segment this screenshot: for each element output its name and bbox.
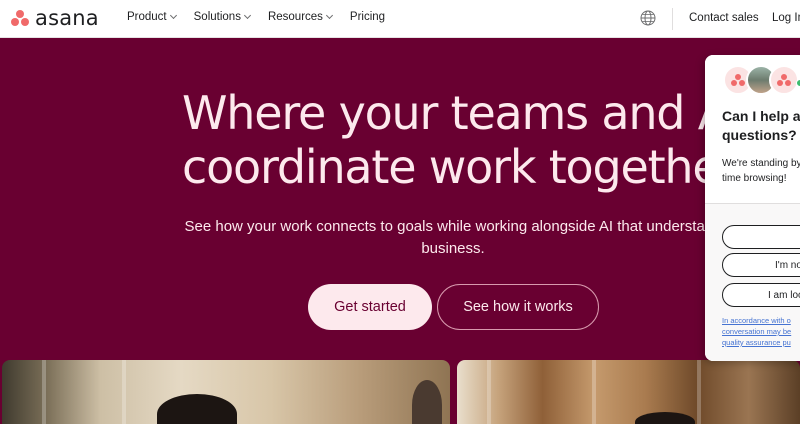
chat-title-line-2: questions?	[722, 127, 797, 143]
chat-legal-line-2: conversation may be	[722, 327, 792, 336]
chat-message-line-1: We're standing by	[722, 158, 800, 169]
login-link[interactable]: Log In	[772, 12, 800, 24]
nav-product-label: Product	[127, 11, 167, 23]
nav-product[interactable]: Product	[127, 11, 177, 23]
subtitle-line-2: business.	[421, 240, 485, 257]
logo-text: asana	[35, 6, 99, 30]
chevron-down-icon	[325, 11, 333, 20]
see-how-it-works-button[interactable]: See how it works	[437, 284, 599, 330]
photo-detail	[42, 360, 46, 427]
photo-person	[157, 394, 237, 427]
asana-logo-icon	[10, 9, 30, 27]
nav-resources-label: Resources	[267, 11, 323, 23]
chat-header: Can I help a questions? We're standing b…	[705, 55, 800, 203]
chat-option-button[interactable]: I'm no	[722, 253, 800, 277]
chat-title: Can I help a questions?	[722, 107, 800, 145]
nav-solutions-label: Solutions	[193, 11, 241, 23]
nav-links: Product Solutions Resources Pricing	[127, 11, 403, 23]
nav-pricing-label: Pricing	[349, 11, 386, 23]
chat-message: We're standing by time browsing!	[722, 156, 800, 186]
chat-legal-notice[interactable]: In accordance with o conversation may be…	[722, 315, 800, 348]
chevron-down-icon	[169, 11, 177, 20]
contact-sales-link[interactable]: Contact sales	[689, 12, 759, 24]
photo-detail	[487, 360, 491, 427]
chat-options: I'm no I am loo In accordance with o con…	[705, 203, 800, 361]
nav-divider	[672, 8, 673, 30]
nav-pricing[interactable]: Pricing	[350, 11, 385, 23]
chat-legal-line-3: quality assurance pu	[722, 338, 791, 347]
asana-logo[interactable]: asana	[10, 6, 99, 30]
hero-photo-left	[2, 360, 450, 427]
nav-resources[interactable]: Resources	[267, 11, 333, 23]
hero-photo-right	[457, 360, 800, 427]
photo-detail	[592, 360, 596, 427]
asana-logo-icon	[731, 74, 745, 86]
chat-message-line-2: time browsing!	[722, 173, 787, 184]
photo-detail	[697, 360, 701, 427]
chat-title-line-1: Can I help a	[722, 108, 800, 124]
subtitle-line-1: See how your work connects to goals whil…	[184, 218, 722, 235]
chat-option-button[interactable]: I am loo	[722, 283, 800, 307]
chevron-down-icon	[243, 11, 251, 20]
chat-legal-line-1: In accordance with o	[722, 316, 791, 325]
avatar	[769, 65, 799, 95]
hero-subtitle: See how your work connects to goals whil…	[0, 216, 800, 260]
nav-solutions[interactable]: Solutions	[193, 11, 251, 23]
asana-logo-icon	[777, 74, 791, 86]
photo-detail	[122, 360, 126, 427]
top-nav: asana Product Solutions Resources Pricin…	[0, 0, 800, 38]
chat-option-button[interactable]	[722, 225, 800, 249]
agent-avatars	[723, 65, 800, 95]
chat-widget: Can I help a questions? We're standing b…	[705, 55, 800, 361]
globe-icon[interactable]	[640, 10, 656, 26]
hero-section: Where your teams and A coordinate work t…	[0, 38, 800, 427]
photo-person	[412, 380, 442, 427]
online-status-icon	[796, 79, 800, 87]
get-started-button[interactable]: Get started	[308, 284, 432, 330]
